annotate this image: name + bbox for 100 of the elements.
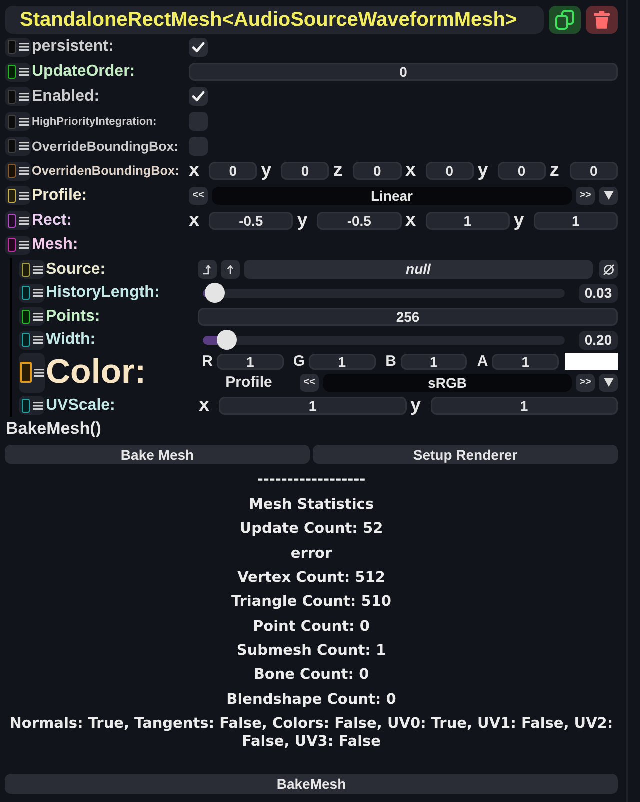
- stat-line: Update Count: 52: [238, 520, 384, 540]
- number-field[interactable]: 1: [534, 212, 618, 230]
- number-field[interactable]: 1: [308, 354, 376, 370]
- divider-text: ------------------: [256, 471, 367, 490]
- field-handle[interactable]: [5, 38, 31, 57]
- menu-icon: [19, 68, 29, 76]
- axis-label: y: [512, 212, 526, 230]
- number-field[interactable]: 0: [426, 162, 474, 180]
- field-handle[interactable]: [5, 87, 31, 106]
- stat-line: Point Count: 0: [252, 618, 371, 637]
- enum-field[interactable]: Linear: [212, 186, 572, 205]
- stat-line: Bone Count: 0: [252, 666, 370, 686]
- number-field[interactable]: 1: [430, 396, 618, 414]
- field-handle[interactable]: [5, 236, 31, 255]
- previous-button[interactable]: <<: [189, 186, 208, 205]
- profile-label: Profile: [224, 374, 274, 392]
- number-field[interactable]: 0: [189, 63, 618, 82]
- channel-label: A: [476, 353, 490, 370]
- menu-icon: [19, 192, 29, 200]
- number-field[interactable]: -0.5: [317, 212, 402, 230]
- field-handle[interactable]: [19, 307, 45, 326]
- menu-icon: [33, 312, 43, 320]
- axis-label: x: [404, 212, 418, 230]
- clear-button[interactable]: [599, 260, 618, 279]
- field-handle[interactable]: [5, 136, 31, 156]
- trash-icon: [594, 11, 610, 29]
- action-button[interactable]: Bake Mesh: [5, 445, 310, 464]
- action-button[interactable]: BakeMesh: [5, 774, 618, 794]
- dropdown-button[interactable]: [599, 374, 618, 392]
- axis-label: x: [404, 162, 418, 180]
- field-label: UVScale:: [45, 396, 116, 414]
- corner-arrow-icon: [203, 264, 212, 274]
- checkbox[interactable]: [189, 136, 208, 156]
- enum-field[interactable]: sRGB: [323, 374, 572, 392]
- axis-label: x: [198, 396, 211, 414]
- slashed-circle-icon: [602, 264, 614, 276]
- axis-label: y: [260, 162, 273, 180]
- menu-icon: [19, 142, 29, 150]
- jump-button[interactable]: [198, 260, 217, 279]
- field-handle[interactable]: [5, 162, 31, 181]
- number-field[interactable]: 0: [209, 162, 258, 180]
- field-handle[interactable]: [5, 211, 31, 230]
- number-field[interactable]: 1: [217, 354, 284, 370]
- field-label: Profile:: [31, 186, 88, 205]
- number-field[interactable]: 1: [426, 212, 510, 230]
- menu-icon: [33, 402, 43, 410]
- channel-label: R: [201, 353, 214, 370]
- menu-icon: [19, 118, 29, 126]
- field-handle[interactable]: [19, 330, 45, 350]
- field-handle[interactable]: [5, 112, 31, 132]
- field-handle[interactable]: [19, 260, 45, 279]
- number-field[interactable]: 1: [492, 354, 559, 370]
- number-field[interactable]: 0: [353, 162, 402, 180]
- menu-icon: [33, 289, 43, 297]
- action-button[interactable]: Setup Renderer: [313, 445, 618, 464]
- duplicate-button[interactable]: [549, 6, 581, 34]
- reference-field[interactable]: null: [244, 260, 593, 279]
- field-handle[interactable]: [19, 284, 45, 302]
- slider-thumb[interactable]: [205, 283, 226, 303]
- field-handle[interactable]: [19, 352, 45, 393]
- number-field[interactable]: 0: [281, 162, 330, 180]
- delete-button[interactable]: [586, 6, 618, 34]
- number-field[interactable]: 0: [498, 162, 546, 180]
- field-handle[interactable]: [5, 62, 31, 82]
- field-label: HistoryLength:: [45, 284, 161, 302]
- field-label: Points:: [45, 308, 102, 326]
- dropdown-button[interactable]: [599, 186, 618, 205]
- checkmark-icon: [192, 91, 205, 102]
- channel-label: B: [384, 353, 398, 370]
- slider-thumb[interactable]: [216, 330, 237, 350]
- checkbox[interactable]: [189, 87, 208, 106]
- menu-icon: [19, 216, 29, 225]
- slider[interactable]: [203, 330, 565, 350]
- field-handle[interactable]: [19, 396, 45, 415]
- previous-button[interactable]: <<: [300, 374, 319, 392]
- field-label: Mesh:: [31, 236, 80, 254]
- axis-label: y: [476, 162, 490, 180]
- stats-heading: Mesh Statistics: [248, 496, 376, 515]
- field-label: Source:: [45, 260, 107, 278]
- field-handle[interactable]: [5, 186, 31, 206]
- slider-value: 0.20: [579, 330, 618, 350]
- stat-line: Normals: True, Tangents: False, Colors: False, UV0: True, UV1: False, UV2: False, UV3: False: [8, 715, 614, 752]
- field-label: HighPriorityIntegration:: [31, 116, 158, 128]
- number-field[interactable]: 1: [400, 354, 468, 370]
- number-field[interactable]: -0.5: [209, 212, 294, 230]
- checkbox[interactable]: [189, 112, 208, 132]
- menu-icon: [33, 336, 43, 344]
- axis-label: z: [548, 162, 560, 180]
- checkbox[interactable]: [189, 38, 208, 57]
- number-field[interactable]: 1: [219, 396, 406, 414]
- menu-icon: [19, 241, 29, 250]
- number-field[interactable]: 0: [570, 162, 618, 180]
- next-button[interactable]: >>: [576, 374, 595, 392]
- next-button[interactable]: >>: [576, 186, 595, 205]
- menu-icon: [19, 43, 29, 52]
- swatch-icon[interactable]: [565, 353, 618, 370]
- open-button[interactable]: [221, 260, 240, 279]
- slider[interactable]: [203, 283, 565, 303]
- stat-line: Blendshape Count: 0: [226, 690, 398, 710]
- number-field[interactable]: 256: [198, 308, 618, 326]
